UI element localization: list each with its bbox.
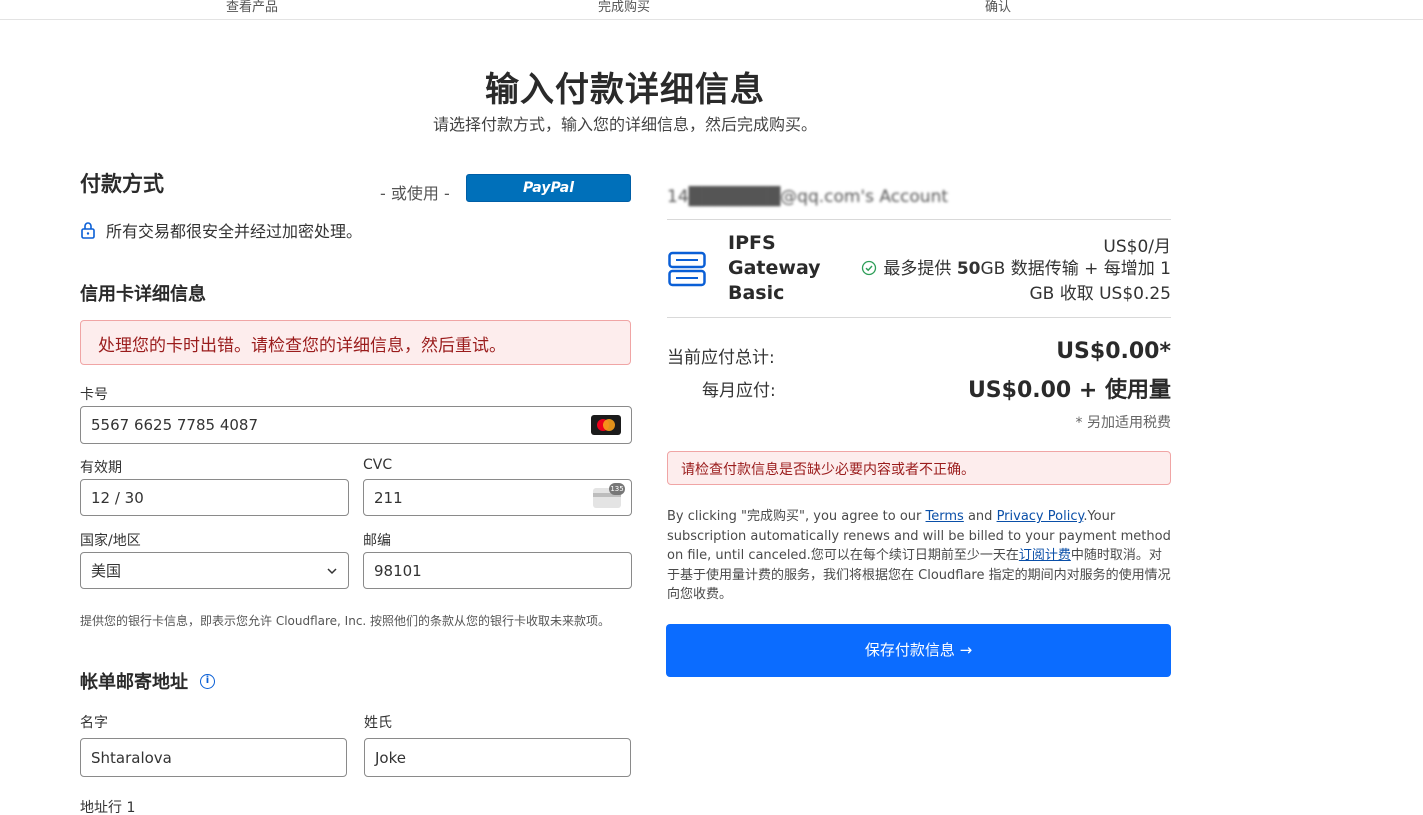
account-email: 14███████@qq.com's Account bbox=[667, 187, 949, 207]
save-payment-button[interactable]: 保存付款信息 → bbox=[666, 624, 1171, 677]
mastercard-icon bbox=[591, 415, 621, 435]
monthly-value: US$0.00 + 使用量 bbox=[967, 378, 1171, 403]
cvc-value: 211 bbox=[374, 488, 403, 507]
card-number-value: 5567 6625 7785 4087 bbox=[91, 416, 258, 434]
billing-address-title: 帐单邮寄地址 i bbox=[80, 668, 215, 694]
or-use-label: - 或使用 - bbox=[380, 184, 450, 203]
tax-note: * 另加适用税费 bbox=[1075, 415, 1171, 431]
card-details-title: 信用卡详细信息 bbox=[80, 284, 206, 305]
privacy-policy-link[interactable]: Privacy Policy bbox=[997, 509, 1084, 524]
cvc-card-icon: 135 bbox=[593, 482, 625, 508]
step-review[interactable]: 查看产品 bbox=[226, 0, 278, 15]
card-consent-text: 提供您的银行卡信息，即表示您允许 Cloudflare, Inc. 按照他们的条… bbox=[80, 614, 611, 628]
zip-field[interactable]: 98101 bbox=[363, 552, 632, 589]
card-number-field[interactable]: 5567 6625 7785 4087 bbox=[80, 406, 632, 444]
product-feature: 最多提供 50GB 数据传输 + 每增加 1 GB 收取 US$0.25 bbox=[855, 257, 1171, 307]
country-label: 国家/地区 bbox=[80, 533, 141, 549]
zip-value: 98101 bbox=[374, 561, 422, 580]
expiry-label: 有效期 bbox=[80, 460, 122, 476]
card-number-label: 卡号 bbox=[80, 387, 108, 403]
legal-text: By clicking "完成购买", you agree to our Ter… bbox=[667, 509, 1171, 603]
secure-note-text: 所有交易都很安全并经过加密处理。 bbox=[106, 222, 363, 241]
first-name-field[interactable]: Shtaralova bbox=[80, 738, 347, 777]
product-price: US$0/月 bbox=[1103, 237, 1171, 257]
payment-warning-alert: 请检查付款信息是否缺少必要内容或者不正确。 bbox=[667, 451, 1171, 485]
divider bbox=[667, 317, 1171, 318]
paypal-button[interactable]: PayPal bbox=[466, 174, 631, 202]
lock-icon bbox=[81, 222, 95, 239]
zip-label: 邮编 bbox=[363, 533, 391, 549]
country-value: 美国 bbox=[91, 562, 122, 580]
info-icon[interactable]: i bbox=[200, 673, 215, 689]
first-name-value: Shtaralova bbox=[91, 748, 172, 767]
last-name-field[interactable]: Joke bbox=[364, 738, 631, 777]
subscription-billing-link[interactable]: 订阅计费 bbox=[1019, 548, 1071, 563]
expiry-value: 12 / 30 bbox=[91, 488, 144, 507]
monthly-label: 每月应付: bbox=[702, 381, 776, 401]
card-error-alert: 处理您的卡时出错。请检查您的详细信息，然后重试。 bbox=[80, 320, 631, 365]
step-confirm[interactable]: 确认 bbox=[985, 0, 1011, 15]
cvc-field[interactable]: 211 135 bbox=[363, 479, 632, 516]
server-icon bbox=[668, 251, 706, 287]
current-total-value: US$0.00* bbox=[1056, 339, 1171, 364]
expiry-field[interactable]: 12 / 30 bbox=[80, 479, 349, 516]
last-name-value: Joke bbox=[375, 748, 406, 767]
chevron-down-icon bbox=[327, 567, 337, 574]
payment-method-title: 付款方式 bbox=[80, 172, 164, 196]
divider bbox=[667, 219, 1171, 220]
secure-note: 所有交易都很安全并经过加密处理。 bbox=[80, 218, 362, 242]
billing-address-title-text: 帐单邮寄地址 bbox=[80, 672, 188, 693]
step-purchase[interactable]: 完成购买 bbox=[598, 0, 650, 15]
page-subtitle: 请选择付款方式，输入您的详细信息，然后完成购买。 bbox=[432, 115, 817, 134]
country-select[interactable]: 美国 bbox=[80, 552, 349, 589]
last-name-label: 姓氏 bbox=[364, 715, 392, 731]
checkout-steps: 查看产品 完成购买 确认 bbox=[0, 0, 1423, 20]
first-name-label: 名字 bbox=[80, 715, 108, 731]
current-total-label: 当前应付总计: bbox=[667, 348, 775, 368]
address-line1-label: 地址行 1 bbox=[80, 800, 136, 815]
product-name: IPFS Gateway Basic bbox=[728, 232, 821, 304]
cvc-label: CVC bbox=[363, 457, 393, 473]
page-title: 输入付款详细信息 bbox=[485, 70, 765, 110]
terms-link[interactable]: Terms bbox=[926, 509, 964, 524]
check-circle-icon bbox=[862, 260, 877, 276]
